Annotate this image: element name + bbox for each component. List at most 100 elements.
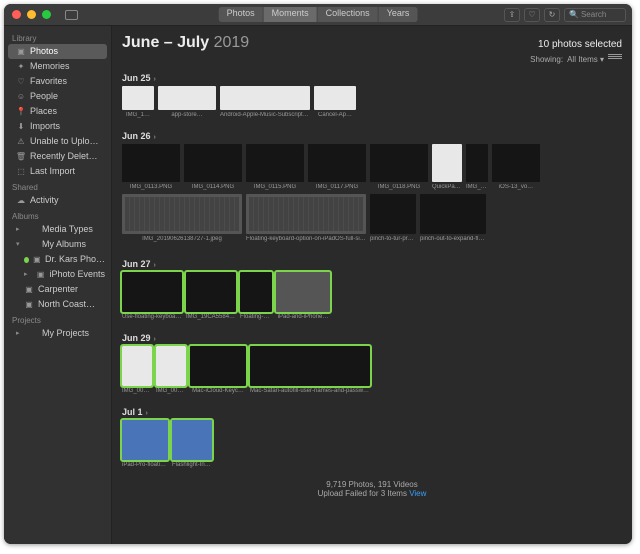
view-tab-moments[interactable]: Moments <box>264 7 318 22</box>
sidebar-item-media-types[interactable]: ▸Media Types <box>4 222 111 237</box>
thumbnail-caption: QuickPath-key… <box>432 184 462 190</box>
sidebar-item-label: Carpenter <box>38 283 78 296</box>
disclosure-icon[interactable]: ▸ <box>24 268 32 281</box>
main-content: June – July 2019 10 photos selected Show… <box>112 26 632 544</box>
thumbnail-caption: IMG_0118.PNG <box>370 184 428 190</box>
photos-icon: ▣ <box>16 47 26 57</box>
photo-thumbnail[interactable]: Flashlight-Inten… <box>172 420 212 468</box>
sidebar-item-recent-del[interactable]: 🗑Recently Delet… <box>4 149 111 164</box>
photo-thumbnail[interactable]: pinch-to-tur-pre… <box>370 194 416 242</box>
my-albums-icon <box>28 240 38 250</box>
view-tab-years[interactable]: Years <box>379 7 418 22</box>
thumbnail-caption: Floating-keyboar… <box>240 314 272 320</box>
share-button[interactable]: ⇪ <box>504 8 520 22</box>
view-tab-collections[interactable]: Collections <box>318 7 379 22</box>
photo-thumbnail[interactable]: IMG_0113.PNG <box>122 144 180 190</box>
sidebar-item-imports[interactable]: ⬇ Imports <box>4 119 111 134</box>
view-options-icon[interactable] <box>608 54 622 64</box>
thumbnail-caption: IMG_19CA55843… <box>186 314 236 320</box>
photo-thumbnail[interactable]: IMG_0033.P… <box>122 346 152 394</box>
photo-thumbnail[interactable]: Floating-keyboar… <box>240 272 272 320</box>
photo-thumbnail[interactable]: IMG_0115.PNG <box>246 144 304 190</box>
sidebar-item-label: Dr. Kars Pho… <box>45 253 105 266</box>
sidebar-item-activity[interactable]: ☁Activity <box>4 193 111 208</box>
moment-jun26: Jun 26›IMG_0113.PNGIMG_0114.PNGIMG_0115.… <box>112 124 632 252</box>
moment-header[interactable]: Jun 26› <box>122 126 622 144</box>
chevron-right-icon: › <box>154 262 156 269</box>
photo-thumbnail[interactable]: iPad-and-iPhone… <box>276 272 330 320</box>
sidebar-item-carpenter[interactable]: ▣Carpenter <box>4 282 111 297</box>
disclosure-icon[interactable]: ▸ <box>16 327 24 340</box>
photo-thumbnail[interactable]: Android-Apple-Music-Subscription.jpg <box>220 86 310 118</box>
photo-thumbnail[interactable]: IMG_0118.PNG <box>370 144 428 190</box>
thumbnail-caption: Mac-Safari-autofill-user-names-and-passw… <box>250 388 370 394</box>
thumbnail-caption: IMG_0033.P… <box>122 388 152 394</box>
photo-thumbnail[interactable]: Use-floating-keyboard-handle-to-spring-b… <box>122 272 182 320</box>
photo-thumbnail[interactable]: iOS-13_vo… <box>492 144 540 190</box>
rotate-button[interactable]: ↻ <box>544 8 560 22</box>
sidebar-item-places[interactable]: 📍Places <box>4 104 111 119</box>
thumbnail-caption: Use-floating-keyboard-handle-to-spring-b… <box>122 314 182 320</box>
photo-thumbnail[interactable]: iPad-Pro-floating… <box>122 420 168 468</box>
photo-thumbnail[interactable]: Floating-keyboard-option-on-iPadOS-full-… <box>246 194 366 242</box>
sidebar-item-label: iPhoto Events <box>49 268 105 281</box>
close-window-button[interactable] <box>12 10 21 19</box>
photo-thumbnail[interactable]: IMG_20190626138727-1.jpeg <box>122 194 242 242</box>
sidebar-item-label: Unable to Uplo… <box>30 135 99 148</box>
fullscreen-window-button[interactable] <box>42 10 51 19</box>
photo-thumbnail[interactable]: Mac-Safari-autofill-user-names-and-passw… <box>250 346 370 394</box>
toggle-sidebar-button[interactable] <box>65 10 78 20</box>
sidebar-item-memories[interactable]: ✦Memories <box>4 59 111 74</box>
photo-thumbnail[interactable]: IMG_1… <box>122 86 154 118</box>
view-tab-photos[interactable]: Photos <box>219 7 264 22</box>
thumbnail-row: IMG_0033.P… IMG_0034.P… Mac-iCloud-Keyc… Ma… <box>122 346 622 394</box>
sidebar-item-label: Imports <box>30 120 60 133</box>
sidebar: Library▣Photos✦Memories♡Favorites☺People… <box>4 26 112 544</box>
sidebar-item-dr-kars[interactable]: ▣Dr. Kars Pho… <box>4 252 111 267</box>
thumbnail-caption: Mac-iCloud-Keyc… <box>190 388 246 394</box>
sidebar-item-last-import[interactable]: ⬚Last Import <box>4 164 111 179</box>
color-dot-icon <box>24 257 29 263</box>
photo-thumbnail[interactable]: pinch-out-to-expand-floating-keyboard-t… <box>420 194 486 242</box>
disclosure-icon[interactable]: ▸ <box>16 223 24 236</box>
sidebar-item-my-projects[interactable]: ▸My Projects <box>4 326 111 341</box>
photo-thumbnail[interactable]: Cancel-Ap… <box>314 86 356 118</box>
thumbnail-caption: Floating-keyboard-option-on-iPadOS-full-… <box>246 236 366 242</box>
sidebar-item-north-coast[interactable]: ▣North Coast… <box>4 297 111 312</box>
iphoto-events-icon: ▣ <box>36 270 46 280</box>
places-icon: 📍 <box>16 107 26 117</box>
sidebar-item-people[interactable]: ☺People <box>4 89 111 104</box>
sidebar-item-my-albums[interactable]: ▾My Albums <box>4 237 111 252</box>
footer-view-link[interactable]: View <box>409 489 426 498</box>
photo-thumbnail[interactable]: IMG_0114.PNG <box>184 144 242 190</box>
app-window: PhotosMomentsCollectionsYears ⇪ ♡ ↻ 🔍Sea… <box>4 4 632 544</box>
moment-header[interactable]: Jun 25› <box>122 68 622 86</box>
sidebar-item-label: Activity <box>30 194 59 207</box>
thumbnail-caption: IMG_0034.P… <box>156 388 186 394</box>
moment-header[interactable]: Jul 1› <box>122 402 622 420</box>
photo-thumbnail[interactable]: IMG_0034.P… <box>156 346 186 394</box>
moment-header[interactable]: Jun 27› <box>122 254 622 272</box>
photo-thumbnail[interactable]: IMG_0117.PNG <box>308 144 366 190</box>
minimize-window-button[interactable] <box>27 10 36 19</box>
moment-jun25: Jun 25›IMG_1…app-store… Android-Apple-Mus… <box>112 66 632 124</box>
thumbnail-caption: Android-Apple-Music-Subscription.jpg <box>220 112 310 118</box>
photo-thumbnail[interactable]: IMG_0… <box>466 144 488 190</box>
thumbnail-row: IMG_0113.PNGIMG_0114.PNGIMG_0115.PNGIMG_… <box>122 144 622 190</box>
sidebar-item-favorites[interactable]: ♡Favorites <box>4 74 111 89</box>
search-input[interactable]: 🔍Search <box>564 8 626 22</box>
photo-thumbnail[interactable]: IMG_19CA55843… <box>186 272 236 320</box>
photo-thumbnail[interactable]: app-store… <box>158 86 216 118</box>
disclosure-icon[interactable]: ▾ <box>16 238 24 251</box>
favorite-button[interactable]: ♡ <box>524 8 540 22</box>
showing-dropdown[interactable]: All Items ▾ <box>567 55 604 64</box>
sidebar-item-photos[interactable]: ▣Photos <box>8 44 107 59</box>
sidebar-item-iphoto-events[interactable]: ▸ ▣iPhoto Events <box>4 267 111 282</box>
photo-thumbnail[interactable]: QuickPath-key… <box>432 144 462 190</box>
imports-icon: ⬇ <box>16 122 26 132</box>
thumbnail-row: IMG_1…app-store… Android-Apple-Music-Subs… <box>122 86 622 118</box>
sidebar-item-unable[interactable]: ⚠Unable to Uplo… <box>4 134 111 149</box>
photo-thumbnail[interactable]: Mac-iCloud-Keyc… <box>190 346 246 394</box>
moment-header[interactable]: Jun 29› <box>122 328 622 346</box>
thumbnail-caption: iOS-13_vo… <box>492 184 540 190</box>
